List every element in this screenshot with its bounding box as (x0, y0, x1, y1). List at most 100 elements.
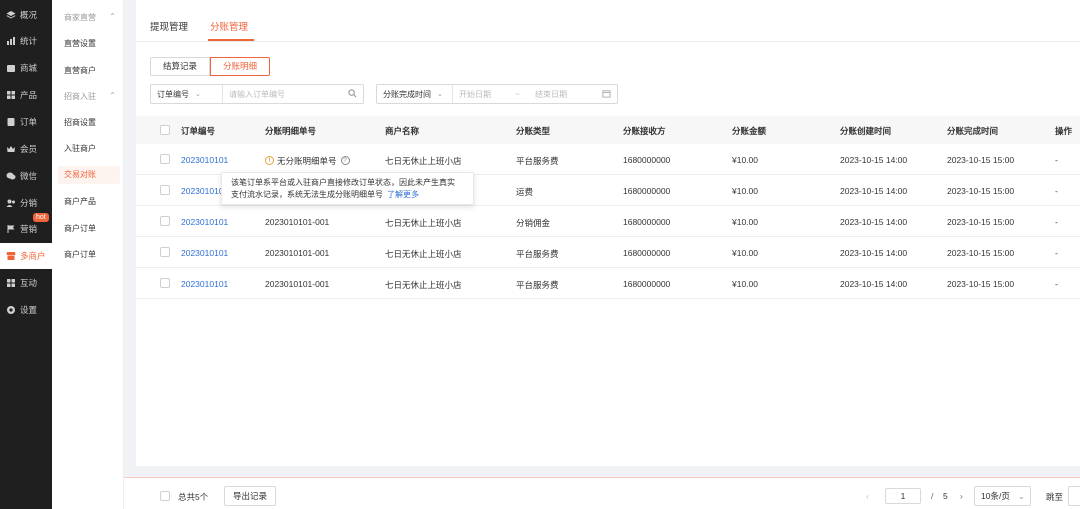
chart-icon (6, 36, 16, 46)
merchant-cell: 七日无休止上班小店 (385, 218, 462, 228)
col-type: 分账类型 (516, 126, 551, 136)
page-input[interactable]: 1 (885, 488, 921, 504)
end-date-input[interactable]: 结束日期 (529, 89, 602, 100)
select-all-checkbox[interactable] (160, 125, 170, 135)
row-checkbox[interactable] (160, 216, 170, 226)
sub-nav: 商家直营 ⌃ 直营设置 直营商户 招商入驻 ⌃ 招商设置 入驻商户 交易对账 商户产… (52, 0, 124, 509)
order-link[interactable]: 2023010101 (181, 155, 228, 165)
nav-item-stats[interactable]: 统计 (0, 28, 52, 54)
tab-split[interactable]: 分账管理 (210, 19, 248, 33)
receiver-cell: 1680000000 (623, 217, 671, 227)
col-detail: 分账明细单号 (265, 126, 317, 136)
col-created: 分账创建时间 (840, 126, 892, 136)
range-separator: ~ (515, 89, 520, 99)
layers-icon (6, 10, 16, 20)
action-cell: - (1055, 279, 1058, 289)
order-icon (6, 117, 16, 127)
next-page-icon[interactable]: › (960, 491, 963, 501)
table-row: 2023010101 2023010101-001 七日无休止上班小店 平台服务… (136, 237, 1080, 268)
page-size-select[interactable]: 10条/页 ⌄ (974, 486, 1031, 506)
type-cell: 平台服务费 (516, 249, 559, 259)
row-checkbox[interactable] (160, 278, 170, 288)
jump-label: 跳至 (1046, 492, 1064, 502)
tab-bar: 提现管理 分账管理 (136, 0, 1080, 42)
detail-cell: 2023010101-001 (265, 217, 330, 227)
table-row: 2023010101 2023010101-001 七日无休止上班小店 分销佣金… (136, 206, 1080, 237)
sub-item-recruit-settings[interactable]: 招商设置 (64, 117, 96, 128)
time-field-select[interactable]: 分账完成时间 ⌄ (377, 85, 453, 103)
order-field-select[interactable]: 订单编号 ⌄ (151, 85, 223, 103)
col-merchant: 商户名称 (385, 126, 420, 136)
col-amount: 分账金额 (732, 126, 767, 136)
merchant-cell: 七日无休止上班小店 (385, 156, 462, 166)
sub-item-reconciliation[interactable]: 交易对账 (58, 166, 120, 184)
start-date-input[interactable]: 开始日期 (453, 89, 515, 100)
time-filter: 分账完成时间 ⌄ 开始日期 ~ 结束日期 (376, 84, 618, 104)
segment-split-detail[interactable]: 分账明细 (210, 57, 271, 76)
nav-label: 统计 (20, 36, 38, 46)
chevron-up-icon: ⌃ (109, 91, 116, 100)
detail-cell: 2023010101-001 (265, 248, 330, 258)
nav-item-interaction[interactable]: 互动 (0, 270, 52, 296)
sub-item-joined-merchants[interactable]: 入驻商户 (64, 143, 96, 154)
calendar-icon[interactable] (602, 89, 611, 100)
jump-input[interactable] (1068, 486, 1080, 506)
search-icon[interactable] (348, 88, 357, 100)
main-nav: 概况 统计 商城 产品 订单 会员 微信 分销 营销 多商户 互动 设置 (0, 0, 52, 509)
type-cell: 分销佣金 (516, 218, 551, 228)
segment-settlement[interactable]: 结算记录 (150, 57, 211, 76)
nav-item-multi-merchant[interactable]: 多商户 (0, 243, 52, 269)
col-action: 操作 (1055, 126, 1073, 136)
sub-item-merchant-orders-2[interactable]: 商户订单 (64, 249, 96, 260)
row-checkbox[interactable] (160, 185, 170, 195)
nav-item-order[interactable]: 订单 (0, 109, 52, 135)
type-cell: 平台服务费 (516, 156, 559, 166)
learn-more-link[interactable]: 了解更多 (387, 190, 419, 199)
sub-item-direct-settings[interactable]: 直营设置 (64, 38, 96, 49)
nav-item-wechat[interactable]: 微信 (0, 163, 52, 189)
nav-item-shop[interactable]: 商城 (0, 55, 52, 81)
gear-icon (6, 305, 16, 315)
hot-badge: hot (33, 213, 49, 222)
nav-item-member[interactable]: 会员 (0, 136, 52, 162)
col-order: 订单编号 (181, 126, 216, 136)
action-cell: - (1055, 155, 1058, 165)
help-icon[interactable]: ? (340, 156, 350, 165)
type-cell: 运费 (516, 187, 534, 197)
nav-label: 分销 (20, 198, 38, 208)
sub-item-direct-merchants[interactable]: 直营商户 (64, 65, 96, 76)
amount-cell: ¥10.00 (732, 248, 758, 258)
footer-select-all-checkbox[interactable] (160, 491, 170, 501)
order-search-input[interactable]: 请输入订单编号 (223, 89, 348, 100)
sub-group-recruit[interactable]: 招商入驻 ⌃ (64, 91, 116, 102)
flag-icon (6, 224, 16, 234)
store-icon (6, 251, 16, 261)
row-checkbox[interactable] (160, 247, 170, 257)
order-link[interactable]: 2023010101 (181, 248, 228, 258)
receiver-cell: 1680000000 (623, 279, 671, 289)
nav-item-settings[interactable]: 设置 (0, 297, 52, 323)
created-cell: 2023-10-15 14:00 (840, 279, 908, 289)
receiver-cell: 1680000000 (623, 155, 671, 165)
order-link[interactable]: 2023010101 (181, 217, 228, 227)
product-icon (6, 90, 16, 100)
tab-active-indicator (208, 39, 254, 41)
export-button[interactable]: 导出记录 (224, 486, 277, 506)
row-checkbox[interactable] (160, 154, 170, 164)
finished-cell: 2023-10-15 15:00 (947, 186, 1015, 196)
nav-label: 多商户 (20, 251, 46, 261)
page-separator: / (931, 491, 934, 501)
finished-cell: 2023-10-15 15:00 (947, 155, 1015, 165)
sub-item-merchant-products[interactable]: 商户产品 (64, 196, 96, 207)
sub-item-merchant-orders[interactable]: 商户订单 (64, 223, 96, 234)
nav-item-product[interactable]: 产品 (0, 82, 52, 108)
prev-page-icon[interactable]: ‹ (866, 491, 869, 501)
tab-withdraw[interactable]: 提现管理 (150, 19, 188, 33)
nav-label: 商城 (20, 63, 38, 73)
amount-cell: ¥10.00 (732, 217, 758, 227)
merchant-cell: 七日无休止上班小店 (385, 280, 462, 290)
order-link[interactable]: 2023010101 (181, 279, 228, 289)
nav-item-overview[interactable]: 概况 (0, 2, 52, 28)
sub-group-direct[interactable]: 商家直营 ⌃ (64, 12, 116, 23)
created-cell: 2023-10-15 14:00 (840, 186, 908, 196)
